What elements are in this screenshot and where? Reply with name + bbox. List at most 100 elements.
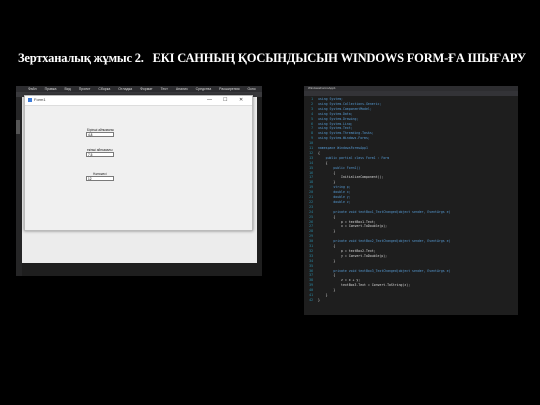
form1-window[interactable]: Form1 — ☐ ✕ Бірінші айнымалы 4,8 екінші … — [24, 95, 253, 231]
line-number: 34 — [309, 258, 313, 263]
code-line: 36 private void textBox3_TextChanged(obj… — [309, 268, 518, 274]
line-number: 3 — [311, 106, 313, 111]
vs-menu-item[interactable]: Сборка — [98, 87, 110, 91]
form1-title: Form1 — [34, 97, 46, 102]
code-line: 3 using System.ComponentModel; — [311, 106, 518, 112]
code-text: using System.Text; — [318, 126, 353, 131]
textbox3[interactable]: 12 — [86, 176, 114, 181]
code-text: using System.Linq; — [318, 121, 353, 126]
code-text: { — [318, 150, 320, 155]
textbox1[interactable]: 4,8 — [86, 132, 114, 137]
code-line: 18 } — [309, 180, 518, 185]
code-text: InitializeComponent(); — [318, 175, 384, 180]
line-number: 6 — [311, 121, 313, 126]
code-text: { — [318, 244, 336, 248]
code-text: } — [318, 180, 336, 185]
maximize-icon[interactable]: ☐ — [223, 96, 227, 105]
form-icon — [28, 98, 32, 102]
toolbox-tab[interactable] — [16, 120, 20, 134]
code-line: 20 double x; — [309, 190, 518, 195]
textbox2[interactable]: 7,5 — [86, 152, 114, 157]
line-number: 13 — [309, 155, 313, 160]
code-text: { — [318, 273, 336, 278]
line-number: 22 — [309, 199, 313, 204]
code-line: 19 string p; — [309, 185, 518, 190]
code-line: 41 } — [309, 293, 518, 298]
vs-menu-item[interactable]: Формат — [140, 87, 152, 91]
code-line: 15 public Form1() — [309, 165, 518, 171]
line-number: 5 — [311, 116, 313, 121]
line-number: 41 — [309, 293, 313, 297]
line-number: 1 — [311, 97, 313, 101]
line-number: 2 — [311, 101, 313, 106]
vs-menu-item[interactable]: Тест — [161, 87, 168, 91]
code-text: using System.Threading.Tasks; — [318, 131, 374, 136]
code-text: } — [318, 297, 320, 302]
line-number: 26 — [309, 219, 313, 224]
vs-menu-item[interactable]: Анализ — [176, 87, 188, 91]
code-line: 2 using System.Collections.Generic; — [311, 102, 518, 107]
vs-menu-item[interactable]: Средства — [196, 87, 212, 91]
vs-menu-item[interactable]: Правка — [45, 87, 57, 91]
vs-menu-item[interactable]: Вид — [64, 87, 70, 91]
editor-tab[interactable]: WindowsFormsApp1 — [308, 86, 336, 90]
vs-menu-item[interactable]: Файл — [28, 87, 37, 91]
close-icon[interactable]: ✕ — [239, 96, 243, 105]
line-number: 39 — [309, 283, 313, 288]
code-text: } — [318, 229, 336, 234]
lab-number: Зертханалық жұмыс 2. — [18, 51, 144, 65]
vs-menu-item[interactable]: Расширения — [219, 87, 239, 91]
line-number: 42 — [309, 297, 313, 302]
code-line: 26 p = textBox1.Text; — [309, 220, 518, 225]
code-line: 29 — [309, 234, 518, 239]
vs-menu-item[interactable]: Проект — [79, 87, 91, 91]
line-number: 32 — [309, 248, 313, 253]
code-line: 23 — [309, 205, 518, 210]
code-line: 5 using System.Drawing; — [311, 117, 518, 122]
code-text: x = Convert.ToDouble(p); — [318, 224, 388, 229]
code-text: } — [318, 288, 336, 293]
code-text: } — [318, 258, 336, 263]
code-line: 37 { — [309, 273, 518, 278]
code-text: using System; — [318, 97, 343, 101]
code-line: 7 using System.Text; — [311, 126, 518, 131]
code-text: textBox3.Text = Convert.ToString(z); — [318, 283, 411, 288]
line-number: 35 — [309, 263, 313, 268]
code-text: public Form1() — [318, 165, 361, 170]
code-text: using System.ComponentModel; — [318, 106, 372, 111]
code-line: 1 using System; — [311, 97, 518, 102]
vs-menu-item[interactable]: Окно — [248, 87, 256, 91]
code-text: namespace WindowsFormsApp1 — [318, 146, 368, 150]
line-number: 8 — [311, 131, 313, 136]
code-line: 34 } — [309, 258, 518, 264]
code-line: 33 y = Convert.ToDouble(p); — [309, 254, 518, 259]
code-line: 9 using System.Windows.Forms; — [311, 136, 518, 141]
vs-menu-item[interactable]: Отладка — [118, 87, 132, 91]
code-line: 25 { — [309, 215, 518, 220]
line-number: 28 — [309, 229, 313, 234]
code-line: 10 — [309, 141, 518, 146]
line-number: 31 — [309, 244, 313, 248]
line-number: 17 — [309, 175, 313, 180]
code-line: 12 { — [309, 150, 518, 156]
slide-title: Зертханалық жұмыс 2. ЕКІ САННЫҢ ҚОСЫНДЫС… — [18, 51, 526, 66]
code-text: private void textBox3_TextChanged(object… — [318, 268, 451, 273]
code-editor-screenshot: WindowsFormsApp1 1 using System; 2 using Sy… — [304, 86, 518, 315]
code-line: 11 namespace WindowsFormsApp1 — [309, 146, 518, 151]
code-line: 6 using System.Linq; — [311, 121, 518, 127]
code-line: 32 p = textBox2.Text; — [309, 249, 518, 254]
line-number: 38 — [309, 278, 313, 283]
line-number: 14 — [309, 160, 313, 165]
line-number: 25 — [309, 214, 313, 219]
code-text: private void textBox1_TextChanged(object… — [318, 209, 451, 214]
line-number: 40 — [309, 288, 313, 293]
code-body[interactable]: 1 using System; 2 using System.Collections.… — [309, 96, 518, 315]
code-text: public partial class Form1 : Form — [318, 155, 390, 160]
lab-topic: ЕКІ САННЫҢ ҚОСЫНДЫСЫН WINDOWS FORM-ҒА ШЫ… — [152, 51, 526, 65]
code-line: 13 public partial class Form1 : Form — [309, 155, 518, 161]
minimize-icon[interactable]: — — [207, 96, 212, 105]
code-text: using System.Windows.Forms; — [318, 136, 370, 141]
form1-titlebar[interactable]: Form1 — ☐ ✕ — [25, 96, 252, 106]
line-number: 4 — [311, 111, 313, 116]
code-text: double z; — [318, 199, 351, 204]
